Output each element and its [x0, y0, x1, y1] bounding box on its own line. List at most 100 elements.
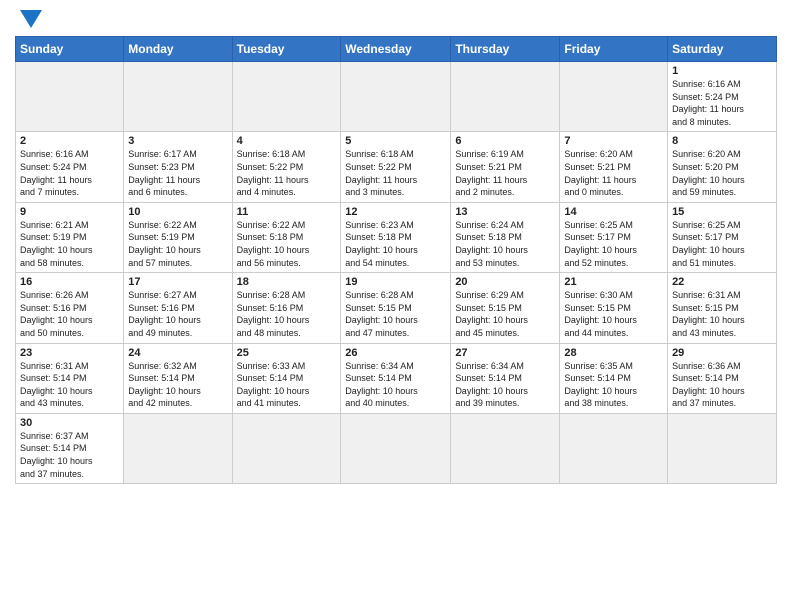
calendar-cell [560, 413, 668, 483]
calendar-cell: 21Sunrise: 6:30 AM Sunset: 5:15 PM Dayli… [560, 273, 668, 343]
day-info: Sunrise: 6:36 AM Sunset: 5:14 PM Dayligh… [672, 360, 772, 410]
day-info: Sunrise: 6:24 AM Sunset: 5:18 PM Dayligh… [455, 219, 555, 269]
week-row-4: 23Sunrise: 6:31 AM Sunset: 5:14 PM Dayli… [16, 343, 777, 413]
day-info: Sunrise: 6:30 AM Sunset: 5:15 PM Dayligh… [564, 289, 663, 339]
day-number: 11 [237, 206, 337, 218]
day-info: Sunrise: 6:32 AM Sunset: 5:14 PM Dayligh… [128, 360, 227, 410]
logo [15, 10, 42, 28]
day-info: Sunrise: 6:23 AM Sunset: 5:18 PM Dayligh… [345, 219, 446, 269]
day-number: 25 [237, 347, 337, 359]
day-number: 9 [20, 206, 119, 218]
day-info: Sunrise: 6:20 AM Sunset: 5:20 PM Dayligh… [672, 148, 772, 198]
day-info: Sunrise: 6:25 AM Sunset: 5:17 PM Dayligh… [564, 219, 663, 269]
day-number: 14 [564, 206, 663, 218]
day-number: 22 [672, 276, 772, 288]
weekday-header-monday: Monday [124, 37, 232, 62]
calendar-cell [451, 62, 560, 132]
calendar-cell: 24Sunrise: 6:32 AM Sunset: 5:14 PM Dayli… [124, 343, 232, 413]
day-info: Sunrise: 6:34 AM Sunset: 5:14 PM Dayligh… [455, 360, 555, 410]
calendar-cell [451, 413, 560, 483]
day-info: Sunrise: 6:35 AM Sunset: 5:14 PM Dayligh… [564, 360, 663, 410]
day-info: Sunrise: 6:25 AM Sunset: 5:17 PM Dayligh… [672, 219, 772, 269]
day-number: 28 [564, 347, 663, 359]
calendar-cell: 26Sunrise: 6:34 AM Sunset: 5:14 PM Dayli… [341, 343, 451, 413]
day-number: 16 [20, 276, 119, 288]
day-info: Sunrise: 6:20 AM Sunset: 5:21 PM Dayligh… [564, 148, 663, 198]
day-number: 4 [237, 135, 337, 147]
day-number: 10 [128, 206, 227, 218]
day-number: 23 [20, 347, 119, 359]
calendar-cell [124, 62, 232, 132]
calendar-cell: 13Sunrise: 6:24 AM Sunset: 5:18 PM Dayli… [451, 202, 560, 272]
day-number: 30 [20, 417, 119, 429]
day-number: 8 [672, 135, 772, 147]
day-info: Sunrise: 6:28 AM Sunset: 5:16 PM Dayligh… [237, 289, 337, 339]
day-number: 21 [564, 276, 663, 288]
calendar-cell [341, 413, 451, 483]
day-info: Sunrise: 6:34 AM Sunset: 5:14 PM Dayligh… [345, 360, 446, 410]
weekday-header-tuesday: Tuesday [232, 37, 341, 62]
calendar-cell [341, 62, 451, 132]
day-number: 3 [128, 135, 227, 147]
calendar-cell: 2Sunrise: 6:16 AM Sunset: 5:24 PM Daylig… [16, 132, 124, 202]
calendar-cell: 6Sunrise: 6:19 AM Sunset: 5:21 PM Daylig… [451, 132, 560, 202]
day-info: Sunrise: 6:22 AM Sunset: 5:19 PM Dayligh… [128, 219, 227, 269]
day-number: 13 [455, 206, 555, 218]
day-number: 1 [672, 65, 772, 77]
calendar-cell: 5Sunrise: 6:18 AM Sunset: 5:22 PM Daylig… [341, 132, 451, 202]
calendar-cell [232, 413, 341, 483]
calendar-cell: 18Sunrise: 6:28 AM Sunset: 5:16 PM Dayli… [232, 273, 341, 343]
calendar-cell: 15Sunrise: 6:25 AM Sunset: 5:17 PM Dayli… [668, 202, 777, 272]
calendar: SundayMondayTuesdayWednesdayThursdayFrid… [15, 36, 777, 484]
calendar-cell [16, 62, 124, 132]
calendar-cell: 20Sunrise: 6:29 AM Sunset: 5:15 PM Dayli… [451, 273, 560, 343]
weekday-header-friday: Friday [560, 37, 668, 62]
calendar-cell [124, 413, 232, 483]
header [15, 10, 777, 28]
weekday-header-row: SundayMondayTuesdayWednesdayThursdayFrid… [16, 37, 777, 62]
calendar-cell: 29Sunrise: 6:36 AM Sunset: 5:14 PM Dayli… [668, 343, 777, 413]
weekday-header-sunday: Sunday [16, 37, 124, 62]
day-info: Sunrise: 6:29 AM Sunset: 5:15 PM Dayligh… [455, 289, 555, 339]
day-info: Sunrise: 6:33 AM Sunset: 5:14 PM Dayligh… [237, 360, 337, 410]
day-number: 12 [345, 206, 446, 218]
calendar-cell [668, 413, 777, 483]
calendar-cell: 3Sunrise: 6:17 AM Sunset: 5:23 PM Daylig… [124, 132, 232, 202]
day-info: Sunrise: 6:18 AM Sunset: 5:22 PM Dayligh… [237, 148, 337, 198]
week-row-5: 30Sunrise: 6:37 AM Sunset: 5:14 PM Dayli… [16, 413, 777, 483]
day-number: 29 [672, 347, 772, 359]
day-info: Sunrise: 6:28 AM Sunset: 5:15 PM Dayligh… [345, 289, 446, 339]
calendar-cell: 14Sunrise: 6:25 AM Sunset: 5:17 PM Dayli… [560, 202, 668, 272]
calendar-cell: 23Sunrise: 6:31 AM Sunset: 5:14 PM Dayli… [16, 343, 124, 413]
calendar-cell: 7Sunrise: 6:20 AM Sunset: 5:21 PM Daylig… [560, 132, 668, 202]
calendar-cell: 8Sunrise: 6:20 AM Sunset: 5:20 PM Daylig… [668, 132, 777, 202]
day-number: 17 [128, 276, 227, 288]
calendar-cell: 11Sunrise: 6:22 AM Sunset: 5:18 PM Dayli… [232, 202, 341, 272]
day-number: 15 [672, 206, 772, 218]
day-number: 27 [455, 347, 555, 359]
day-info: Sunrise: 6:22 AM Sunset: 5:18 PM Dayligh… [237, 219, 337, 269]
day-info: Sunrise: 6:31 AM Sunset: 5:14 PM Dayligh… [20, 360, 119, 410]
calendar-cell: 12Sunrise: 6:23 AM Sunset: 5:18 PM Dayli… [341, 202, 451, 272]
calendar-cell: 9Sunrise: 6:21 AM Sunset: 5:19 PM Daylig… [16, 202, 124, 272]
day-info: Sunrise: 6:19 AM Sunset: 5:21 PM Dayligh… [455, 148, 555, 198]
day-info: Sunrise: 6:21 AM Sunset: 5:19 PM Dayligh… [20, 219, 119, 269]
day-number: 7 [564, 135, 663, 147]
day-info: Sunrise: 6:26 AM Sunset: 5:16 PM Dayligh… [20, 289, 119, 339]
day-info: Sunrise: 6:16 AM Sunset: 5:24 PM Dayligh… [20, 148, 119, 198]
day-info: Sunrise: 6:18 AM Sunset: 5:22 PM Dayligh… [345, 148, 446, 198]
day-number: 2 [20, 135, 119, 147]
calendar-cell: 16Sunrise: 6:26 AM Sunset: 5:16 PM Dayli… [16, 273, 124, 343]
calendar-cell: 22Sunrise: 6:31 AM Sunset: 5:15 PM Dayli… [668, 273, 777, 343]
day-info: Sunrise: 6:16 AM Sunset: 5:24 PM Dayligh… [672, 78, 772, 128]
week-row-3: 16Sunrise: 6:26 AM Sunset: 5:16 PM Dayli… [16, 273, 777, 343]
day-number: 6 [455, 135, 555, 147]
week-row-0: 1Sunrise: 6:16 AM Sunset: 5:24 PM Daylig… [16, 62, 777, 132]
calendar-cell: 1Sunrise: 6:16 AM Sunset: 5:24 PM Daylig… [668, 62, 777, 132]
day-info: Sunrise: 6:31 AM Sunset: 5:15 PM Dayligh… [672, 289, 772, 339]
day-info: Sunrise: 6:37 AM Sunset: 5:14 PM Dayligh… [20, 430, 119, 480]
day-number: 19 [345, 276, 446, 288]
calendar-cell [232, 62, 341, 132]
calendar-cell: 19Sunrise: 6:28 AM Sunset: 5:15 PM Dayli… [341, 273, 451, 343]
day-number: 20 [455, 276, 555, 288]
